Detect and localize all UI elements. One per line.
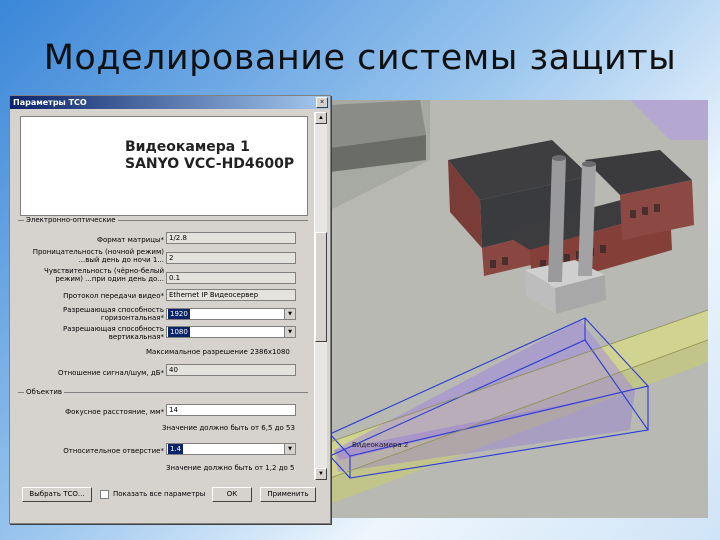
- hres-value: 1920: [168, 309, 190, 319]
- scroll-thumb[interactable]: [315, 232, 327, 342]
- aperture-value: 1.4: [168, 444, 184, 454]
- focal-input[interactable]: 14: [166, 404, 296, 416]
- vres-combo[interactable]: 1080 ▼: [166, 326, 296, 338]
- scene-drawing: [330, 100, 708, 518]
- aperture-note: Значение должно быть от 1,2 до 5: [166, 464, 295, 472]
- protocol-field[interactable]: Ethernet IP Видеосервер: [166, 289, 296, 301]
- section-electro: Электронно-оптические: [24, 216, 118, 224]
- night-mode-field[interactable]: 2: [166, 252, 296, 264]
- snr-label: Отношение сигнал/шум, дБ*: [57, 369, 164, 377]
- camera-name-line1: Видеокамера 1: [125, 139, 250, 155]
- camera-header-panel: Видеокамера 1 SANYO VCC-HD4600P: [20, 116, 308, 216]
- ok-button[interactable]: ОК: [212, 487, 252, 502]
- night-mode-label: Проницательность (ночной режим) ...вый д…: [32, 248, 164, 264]
- matrix-format-label: Формат матрицы*: [96, 236, 164, 244]
- scroll-down-icon[interactable]: ▼: [315, 468, 327, 480]
- camera-name: Видеокамера 1 SANYO VCC-HD4600P: [125, 139, 294, 173]
- hres-combo[interactable]: 1920 ▼: [166, 308, 296, 320]
- tso-params-dialog: Параметры ТСО × Видеокамера 1 SANYO VCC-…: [9, 95, 331, 524]
- show-all-label: Показать все параметры: [113, 490, 206, 498]
- aperture-combo[interactable]: 1.4 ▼: [166, 443, 296, 455]
- vres-value: 1080: [168, 327, 190, 337]
- scene-3d-view[interactable]: Видеокамера 2: [330, 100, 708, 518]
- aperture-label: Относительное отверстие*: [63, 447, 164, 455]
- close-button[interactable]: ×: [316, 97, 328, 108]
- max-resolution-note: Максимальное разрешение 2386x1080: [146, 348, 290, 356]
- sensitivity-label: Чувствительность (чёрно-белый режим) ...…: [44, 267, 164, 283]
- show-all-checkbox[interactable]: [100, 490, 109, 499]
- chevron-down-icon[interactable]: ▼: [284, 327, 295, 337]
- vres-label: Разрешающая способность вертикальная*: [63, 325, 164, 341]
- protocol-label: Протокол передачи видео*: [63, 292, 164, 300]
- dialog-content: Видеокамера 1 SANYO VCC-HD4600P Электрон…: [14, 112, 312, 480]
- chevron-down-icon[interactable]: ▼: [284, 309, 295, 319]
- scroll-up-icon[interactable]: ▲: [315, 112, 327, 124]
- dialog-footer: Выбрать ТСО... Показать все параметры ОК…: [14, 484, 326, 506]
- sensitivity-field[interactable]: 0.1: [166, 272, 296, 284]
- dialog-titlebar[interactable]: Параметры ТСО ×: [10, 96, 330, 109]
- matrix-format-field[interactable]: 1/2.8: [166, 232, 296, 244]
- dialog-title: Параметры ТСО: [13, 98, 87, 107]
- hres-label: Разрешающая способность горизонтальная*: [63, 306, 164, 322]
- focal-label: Фокусное расстояние, мм*: [65, 408, 164, 416]
- focal-note: Значение должно быть от 6,5 до 53: [162, 424, 295, 432]
- snr-field[interactable]: 40: [166, 364, 296, 376]
- chevron-down-icon[interactable]: ▼: [284, 444, 295, 454]
- scene-camera-label: Видеокамера 2: [352, 441, 409, 449]
- apply-button[interactable]: Применить: [260, 487, 316, 502]
- vertical-scrollbar[interactable]: ▲ ▼: [314, 112, 327, 480]
- camera-name-line2: SANYO VCC-HD4600P: [125, 156, 295, 172]
- slide-title: Моделирование системы защиты: [43, 38, 677, 78]
- section-lens: Объектив: [24, 388, 65, 396]
- select-tso-button[interactable]: Выбрать ТСО...: [22, 487, 92, 502]
